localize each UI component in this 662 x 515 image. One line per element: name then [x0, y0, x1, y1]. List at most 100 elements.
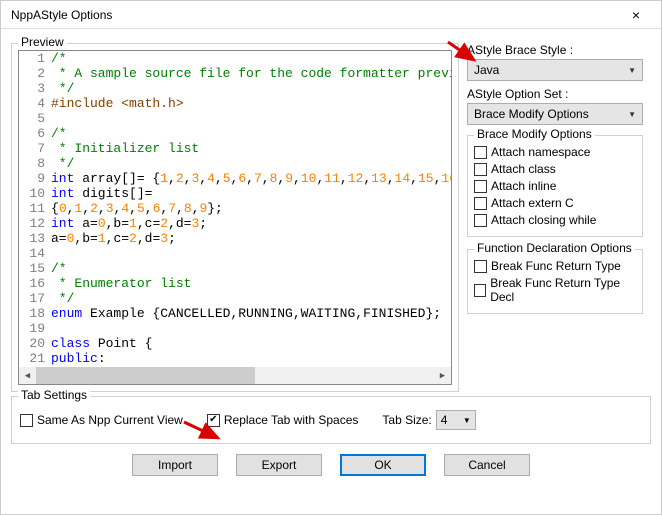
code-text: /*: [51, 261, 67, 276]
horizontal-scrollbar[interactable]: ◀ ▶: [19, 367, 451, 384]
line-number: 1: [19, 51, 51, 66]
checkbox-icon[interactable]: [474, 214, 487, 227]
line-number: 15: [19, 261, 51, 276]
code-line: 6/*: [19, 126, 451, 141]
code-line: 4#include <math.h>: [19, 96, 451, 111]
code-line: 8 */: [19, 156, 451, 171]
ok-button[interactable]: OK: [340, 454, 426, 476]
scroll-thumb[interactable]: [36, 367, 255, 384]
code-line: 11{0,1,2,3,4,5,6,7,8,9};: [19, 201, 451, 216]
code-line: 9int array[]= {1,2,3,4,5,6,7,8,9,10,11,1…: [19, 171, 451, 186]
checkbox-label: Break Func Return Type Decl: [490, 276, 636, 304]
code-line: 19: [19, 321, 451, 336]
line-number: 20: [19, 336, 51, 351]
checkbox-icon[interactable]: [20, 414, 33, 427]
code-text: enum Example {CANCELLED,RUNNING,WAITING,…: [51, 306, 441, 321]
code-text: a=0,b=1,c=2,d=3;: [51, 231, 176, 246]
preview-group: Preview 1/*2 * A sample source file for …: [11, 43, 459, 392]
scroll-left-icon[interactable]: ◀: [19, 367, 36, 384]
code-line: 17 */: [19, 291, 451, 306]
line-number: 9: [19, 171, 51, 186]
scroll-track[interactable]: [36, 367, 434, 384]
options-panel: AStyle Brace Style : Java ▼ AStyle Optio…: [467, 35, 643, 392]
brace-modify-group: Brace Modify Options Attach namespaceAtt…: [467, 135, 643, 237]
line-number: 2: [19, 66, 51, 81]
checkbox-icon[interactable]: [474, 260, 487, 273]
code-line: 3 */: [19, 81, 451, 96]
checkbox-icon[interactable]: [474, 180, 487, 193]
checkbox-option[interactable]: Attach inline: [474, 179, 636, 193]
tab-size-select[interactable]: 4 ▼: [436, 410, 476, 430]
brace-style-value: Java: [474, 63, 499, 77]
window-title: NppAStyle Options: [11, 8, 112, 22]
replace-tab-label: Replace Tab with Spaces: [224, 413, 359, 427]
checkbox-option[interactable]: Attach closing while: [474, 213, 636, 227]
code-text: class Point {: [51, 336, 152, 351]
checkbox-option[interactable]: Attach namespace: [474, 145, 636, 159]
code-line: 16 * Enumerator list: [19, 276, 451, 291]
option-set-select[interactable]: Brace Modify Options ▼: [467, 103, 643, 125]
checkbox-option[interactable]: Break Func Return Type Decl: [474, 276, 636, 304]
func-decl-legend: Function Declaration Options: [474, 241, 635, 255]
replace-tab-option[interactable]: Replace Tab with Spaces: [207, 413, 359, 427]
code-line: 1/*: [19, 51, 451, 66]
import-button[interactable]: Import: [132, 454, 218, 476]
code-line: 2 * A sample source file for the code fo…: [19, 66, 451, 81]
checkbox-icon[interactable]: [474, 163, 487, 176]
code-text: /*: [51, 51, 67, 66]
checkbox-label: Attach class: [491, 162, 556, 176]
code-text: */: [51, 81, 74, 96]
chevron-down-icon: ▼: [628, 110, 636, 119]
line-number: 10: [19, 186, 51, 201]
checkbox-option[interactable]: Attach class: [474, 162, 636, 176]
code-line: 15/*: [19, 261, 451, 276]
code-text: {0,1,2,3,4,5,6,7,8,9};: [51, 201, 223, 216]
line-number: 21: [19, 351, 51, 366]
checkbox-option[interactable]: Break Func Return Type: [474, 259, 636, 273]
checkbox-option[interactable]: Attach extern C: [474, 196, 636, 210]
brace-style-select[interactable]: Java ▼: [467, 59, 643, 81]
tab-settings-legend: Tab Settings: [18, 388, 90, 402]
line-number: 14: [19, 246, 51, 261]
line-number: 17: [19, 291, 51, 306]
same-as-npp-option[interactable]: Same As Npp Current View: [20, 413, 183, 427]
code-text: */: [51, 156, 74, 171]
same-as-npp-label: Same As Npp Current View: [37, 413, 183, 427]
code-text: */: [51, 291, 74, 306]
code-line: 5: [19, 111, 451, 126]
line-number: 16: [19, 276, 51, 291]
checkbox-label: Break Func Return Type: [491, 259, 621, 273]
code-line: 12int a=0,b=1,c=2,d=3;: [19, 216, 451, 231]
code-text: int array[]= {1,2,3,4,5,6,7,8,9,10,11,12…: [51, 171, 451, 186]
scroll-right-icon[interactable]: ▶: [434, 367, 451, 384]
chevron-down-icon: ▼: [628, 66, 636, 75]
checkbox-checked-icon[interactable]: [207, 414, 220, 427]
code-text: * A sample source file for the code form…: [51, 66, 451, 81]
code-text: #include <math.h>: [51, 96, 184, 111]
titlebar: NppAStyle Options ×: [1, 1, 661, 29]
code-line: 21public:: [19, 351, 451, 366]
preview-legend: Preview: [18, 35, 67, 49]
checkbox-label: Attach closing while: [491, 213, 596, 227]
code-line: 13a=0,b=1,c=2,d=3;: [19, 231, 451, 246]
checkbox-icon[interactable]: [474, 197, 487, 210]
close-button[interactable]: ×: [621, 1, 651, 29]
checkbox-icon[interactable]: [474, 284, 486, 297]
code-text: * Enumerator list: [51, 276, 191, 291]
line-number: 3: [19, 81, 51, 96]
brace-modify-legend: Brace Modify Options: [474, 127, 595, 141]
code-line: 18enum Example {CANCELLED,RUNNING,WAITIN…: [19, 306, 451, 321]
tab-settings-group: Tab Settings Same As Npp Current View Re…: [11, 396, 651, 444]
export-button[interactable]: Export: [236, 454, 322, 476]
code-preview[interactable]: 1/*2 * A sample source file for the code…: [18, 50, 452, 385]
code-text: int a=0,b=1,c=2,d=3;: [51, 216, 207, 231]
line-number: 5: [19, 111, 51, 126]
line-number: 18: [19, 306, 51, 321]
checkbox-icon[interactable]: [474, 146, 487, 159]
line-number: 7: [19, 141, 51, 156]
code-line: 7 * Initializer list: [19, 141, 451, 156]
code-line: 20class Point {: [19, 336, 451, 351]
code-line: 10int digits[]=: [19, 186, 451, 201]
cancel-button[interactable]: Cancel: [444, 454, 530, 476]
code-text: /*: [51, 126, 67, 141]
